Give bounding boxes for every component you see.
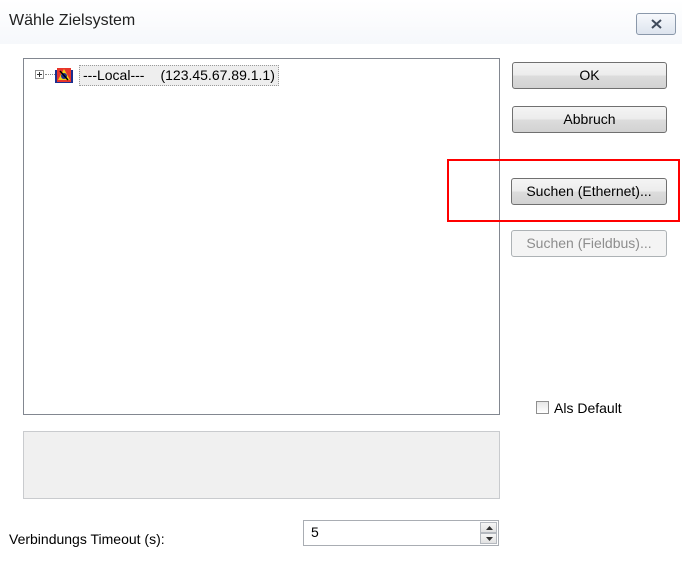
timeout-value[interactable]: 5 <box>311 524 319 540</box>
info-panel <box>23 431 500 499</box>
default-checkbox-label[interactable]: Als Default <box>554 400 622 416</box>
target-address: (123.45.67.89.1.1) <box>160 67 275 83</box>
arrow-down-icon <box>486 537 493 541</box>
title-bar: Wähle Zielsystem <box>0 0 682 44</box>
target-tree[interactable]: ---Local--- (123.45.67.89.1.1) <box>23 58 500 415</box>
spin-up-button[interactable] <box>480 522 497 533</box>
timeout-spinbox[interactable]: 5 <box>303 520 499 546</box>
ok-button[interactable]: OK <box>512 62 667 89</box>
tree-item-label: ---Local--- (123.45.67.89.1.1) <box>79 65 279 86</box>
target-name: ---Local--- <box>83 67 145 83</box>
spin-buttons <box>480 522 497 544</box>
search-fieldbus-button: Suchen (Fieldbus)... <box>511 230 667 257</box>
target-system-icon <box>55 68 73 83</box>
arrow-up-icon <box>486 526 493 530</box>
default-checkbox[interactable] <box>536 401 549 414</box>
close-button[interactable] <box>636 13 676 35</box>
close-icon <box>651 19 662 29</box>
expand-icon[interactable] <box>35 70 44 79</box>
timeout-label: Verbindungs Timeout (s): <box>9 531 165 547</box>
cancel-button[interactable]: Abbruch <box>512 106 667 133</box>
highlight-box <box>447 159 680 222</box>
window-title: Wähle Zielsystem <box>9 12 136 29</box>
spin-down-button[interactable] <box>480 533 497 544</box>
